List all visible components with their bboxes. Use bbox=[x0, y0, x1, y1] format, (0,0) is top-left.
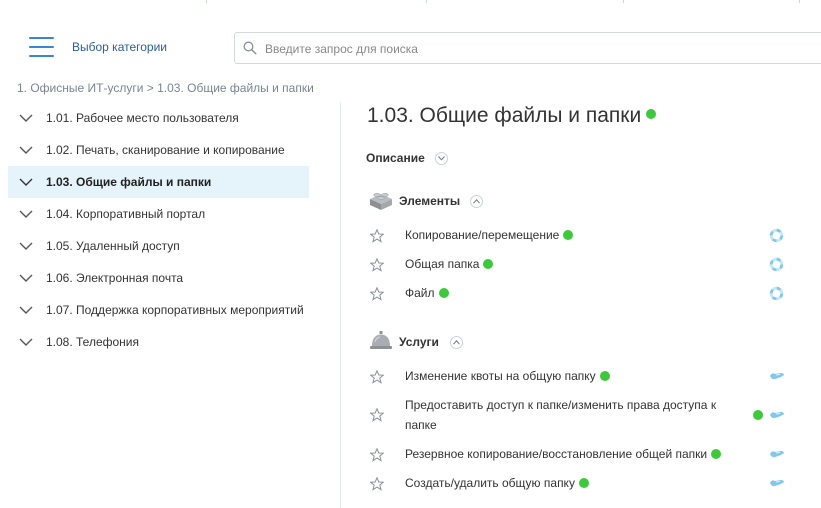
list-item-text: Файл bbox=[405, 283, 449, 303]
list-item[interactable]: Создать/удалить общую папку bbox=[367, 473, 787, 493]
service-label: Предоставить доступ к папке/изменить пра… bbox=[405, 398, 717, 432]
page-title: 1.03. Общие файлы и папки bbox=[367, 104, 657, 128]
panel-divider bbox=[340, 102, 341, 508]
lifebuoy-icon[interactable] bbox=[769, 257, 784, 272]
request-icon[interactable] bbox=[769, 371, 785, 381]
list-item[interactable]: Изменение квоты на общую папку bbox=[367, 366, 787, 386]
collapse-elements-button[interactable] bbox=[470, 195, 483, 208]
status-dot bbox=[711, 448, 722, 459]
search-icon bbox=[243, 41, 257, 55]
sidebar-item-label: 1.05. Удаленный доступ bbox=[46, 239, 180, 253]
request-icon[interactable] bbox=[769, 410, 785, 420]
expand-description-button[interactable] bbox=[435, 152, 448, 165]
list-item-text: Создать/удалить общую папку bbox=[405, 473, 589, 493]
chevron-up-icon bbox=[453, 340, 460, 345]
chevron-down-icon bbox=[19, 178, 33, 186]
status-dot bbox=[438, 287, 449, 298]
sidebar-item-label: 1.06. Электронная почта bbox=[46, 271, 184, 285]
breadcrumb[interactable]: 1. Офисные ИТ-услуги > 1.03. Общие файлы… bbox=[17, 81, 314, 95]
top-border bbox=[0, 0, 821, 3]
chevron-down-icon bbox=[19, 114, 33, 122]
service-label: Изменение квоты на общую папку bbox=[405, 369, 596, 383]
star-icon[interactable] bbox=[370, 408, 384, 422]
search-box[interactable] bbox=[234, 32, 821, 64]
lifebuoy-icon[interactable] bbox=[769, 286, 784, 301]
sidebar-item-label: 1.08. Телефония bbox=[46, 335, 140, 349]
request-icon[interactable] bbox=[769, 449, 785, 459]
chevron-down-icon bbox=[19, 274, 33, 282]
hamburger-icon[interactable] bbox=[29, 37, 54, 59]
list-item-text: Общая папка bbox=[405, 254, 494, 274]
element-label: Копирование/перемещение bbox=[405, 228, 560, 242]
star-icon[interactable] bbox=[370, 287, 384, 301]
services-section-title: Услуги bbox=[399, 335, 439, 349]
list-item[interactable]: Копирование/перемещение bbox=[367, 225, 787, 245]
chevron-down-icon bbox=[19, 242, 33, 250]
top-separator bbox=[623, 0, 624, 3]
sidebar-item-label: 1.04. Корпоративный портал bbox=[46, 207, 206, 221]
service-label: Создать/удалить общую папку bbox=[405, 476, 575, 490]
sidebar-item-1-05[interactable]: 1.05. Удаленный доступ bbox=[8, 230, 309, 262]
sidebar: 1.01. Рабочее место пользователя 1.02. П… bbox=[8, 102, 309, 358]
sidebar-item-1-02[interactable]: 1.02. Печать, сканирование и копирование bbox=[8, 134, 309, 166]
search-input[interactable] bbox=[263, 39, 807, 59]
status-dot bbox=[578, 477, 589, 488]
list-item-text: Резервное копирование/восстановление общ… bbox=[405, 444, 722, 464]
sidebar-item-label: 1.07. Поддержка корпоративных мероприяти… bbox=[46, 303, 304, 317]
star-icon[interactable] bbox=[370, 229, 384, 243]
star-icon[interactable] bbox=[370, 258, 384, 272]
top-separator bbox=[206, 0, 207, 3]
blocks-icon bbox=[370, 193, 392, 210]
sidebar-item-1-07[interactable]: 1.07. Поддержка корпоративных мероприяти… bbox=[8, 294, 309, 326]
service-bell-icon bbox=[370, 331, 392, 349]
category-select-link[interactable]: Выбор категории bbox=[72, 40, 167, 54]
status-dot bbox=[483, 258, 494, 269]
sidebar-item-label: 1.03. Общие файлы и папки bbox=[46, 175, 212, 189]
status-dot bbox=[599, 370, 610, 381]
element-label: Общая папка bbox=[405, 257, 480, 271]
sidebar-item-1-01[interactable]: 1.01. Рабочее место пользователя bbox=[8, 102, 309, 134]
list-item-text: Изменение квоты на общую папку bbox=[405, 366, 610, 386]
chevron-up-icon bbox=[473, 199, 480, 204]
sidebar-item-label: 1.01. Рабочее место пользователя bbox=[46, 111, 239, 125]
request-icon[interactable] bbox=[769, 478, 785, 488]
lifebuoy-icon[interactable] bbox=[769, 228, 784, 243]
star-icon[interactable] bbox=[370, 370, 384, 384]
status-dot bbox=[563, 229, 574, 240]
page-title-text: 1.03. Общие файлы и папки bbox=[367, 104, 642, 127]
sidebar-item-label: 1.02. Печать, сканирование и копирование bbox=[46, 143, 285, 157]
description-toggle[interactable]: Описание bbox=[366, 151, 425, 165]
list-item[interactable]: Общая папка bbox=[367, 254, 787, 274]
top-separator bbox=[799, 0, 800, 3]
sidebar-item-1-08[interactable]: 1.08. Телефония bbox=[8, 326, 309, 358]
top-separator bbox=[426, 0, 427, 3]
sidebar-item-1-06[interactable]: 1.06. Электронная почта bbox=[8, 262, 309, 294]
chevron-down-icon bbox=[19, 146, 33, 154]
list-item[interactable]: Файл bbox=[367, 283, 787, 303]
star-icon[interactable] bbox=[370, 477, 384, 491]
elements-section-title: Элементы bbox=[399, 194, 461, 208]
element-label: Файл bbox=[405, 286, 435, 300]
status-dot bbox=[646, 109, 657, 120]
list-item-text: Копирование/перемещение bbox=[405, 225, 574, 245]
collapse-services-button[interactable] bbox=[450, 336, 463, 349]
list-item[interactable]: Предоставить доступ к папке/изменить пра… bbox=[367, 395, 787, 435]
list-item[interactable]: Резервное копирование/восстановление общ… bbox=[367, 444, 787, 464]
sidebar-item-1-03[interactable]: 1.03. Общие файлы и папки bbox=[8, 166, 309, 198]
star-icon[interactable] bbox=[370, 448, 384, 462]
status-dot bbox=[753, 410, 763, 420]
chevron-down-icon bbox=[19, 338, 33, 346]
service-label: Резервное копирование/восстановление общ… bbox=[405, 447, 708, 461]
chevron-down-icon bbox=[19, 210, 33, 218]
chevron-down-icon bbox=[438, 156, 445, 161]
chevron-down-icon bbox=[19, 306, 33, 314]
sidebar-item-1-04[interactable]: 1.04. Корпоративный портал bbox=[8, 198, 309, 230]
